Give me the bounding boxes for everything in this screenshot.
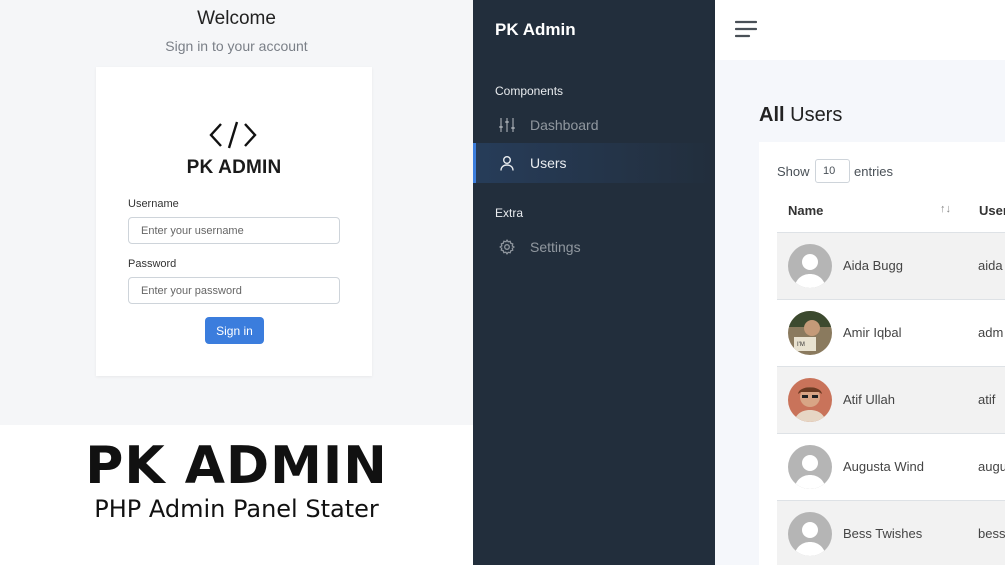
row-username: aida xyxy=(978,258,1003,273)
row-username: atif xyxy=(978,392,996,407)
sidebar: PK Admin Components Dashboard Users Extr… xyxy=(473,0,715,565)
sidebar-item-dashboard[interactable]: Dashboard xyxy=(473,105,715,145)
row-name: Atif Ullah xyxy=(843,392,896,407)
column-header-user[interactable]: User xyxy=(979,203,1005,218)
sidebar-item-users[interactable]: Users xyxy=(473,143,715,183)
users-table-card: Show 10 entries Name ↑↓ User Aida Bugg ai… xyxy=(759,142,1005,565)
hamburger-menu-icon[interactable] xyxy=(735,20,757,38)
sidebar-item-label: Settings xyxy=(530,239,581,255)
avatar xyxy=(788,244,832,288)
login-card: PK ADMIN Username Password Sign in xyxy=(96,67,372,376)
main-content: All Users Show 10 entries Name ↑↓ User A… xyxy=(715,60,1005,565)
sidebar-item-label: Users xyxy=(530,155,567,171)
sidebar-header-extra: Extra xyxy=(495,206,524,220)
page-title: All Users xyxy=(759,104,843,126)
row-name: Augusta Wind xyxy=(843,459,924,474)
entries-select[interactable]: 10 xyxy=(815,159,850,183)
welcome-heading: Welcome xyxy=(197,8,276,29)
sidebar-item-settings[interactable]: Settings xyxy=(473,227,715,267)
code-icon xyxy=(209,121,257,149)
user-icon xyxy=(500,156,514,171)
signin-button[interactable]: Sign in xyxy=(205,317,264,344)
sidebar-item-label: Dashboard xyxy=(530,117,599,133)
login-panel: Welcome Sign in to your account PK ADMIN… xyxy=(0,0,473,425)
promo-subtitle: PHP Admin Panel Stater xyxy=(94,495,379,523)
sort-icon[interactable]: ↑↓ xyxy=(940,203,951,215)
row-name: Bess Twishes xyxy=(843,526,923,541)
table-row[interactable]: Bess Twishes bess xyxy=(777,501,1005,565)
settings-icon xyxy=(499,239,515,255)
welcome-subtitle: Sign in to your account xyxy=(165,38,308,54)
sliders-icon xyxy=(499,118,515,132)
avatar xyxy=(788,378,832,422)
table-row[interactable]: I'M Amir Iqbal adm xyxy=(777,300,1005,367)
table-row[interactable]: Augusta Wind augu xyxy=(777,434,1005,501)
avatar: I'M xyxy=(788,311,832,355)
username-input[interactable] xyxy=(128,217,340,244)
row-username: adm xyxy=(978,325,1004,340)
username-label: Username xyxy=(128,198,179,210)
column-header-name[interactable]: Name xyxy=(788,203,823,218)
avatar xyxy=(788,512,832,556)
entries-label: entries xyxy=(854,164,894,179)
table-row[interactable]: Aida Bugg aida xyxy=(777,233,1005,300)
row-name: Amir Iqbal xyxy=(843,325,902,340)
row-username: augu xyxy=(978,459,1005,474)
avatar xyxy=(788,445,832,489)
promo-title: PK ADMIN xyxy=(85,436,388,496)
topbar xyxy=(715,0,1005,60)
show-label: Show xyxy=(777,164,810,179)
row-username: bess xyxy=(978,526,1005,541)
table-row[interactable]: Atif Ullah atif xyxy=(777,367,1005,434)
password-input[interactable] xyxy=(128,277,340,304)
login-brand: PK ADMIN xyxy=(186,157,282,178)
password-label: Password xyxy=(128,258,177,270)
svg-text:I'M: I'M xyxy=(797,342,805,348)
sidebar-brand[interactable]: PK Admin xyxy=(495,20,576,40)
sidebar-header-components: Components xyxy=(495,84,564,98)
row-name: Aida Bugg xyxy=(843,258,903,273)
